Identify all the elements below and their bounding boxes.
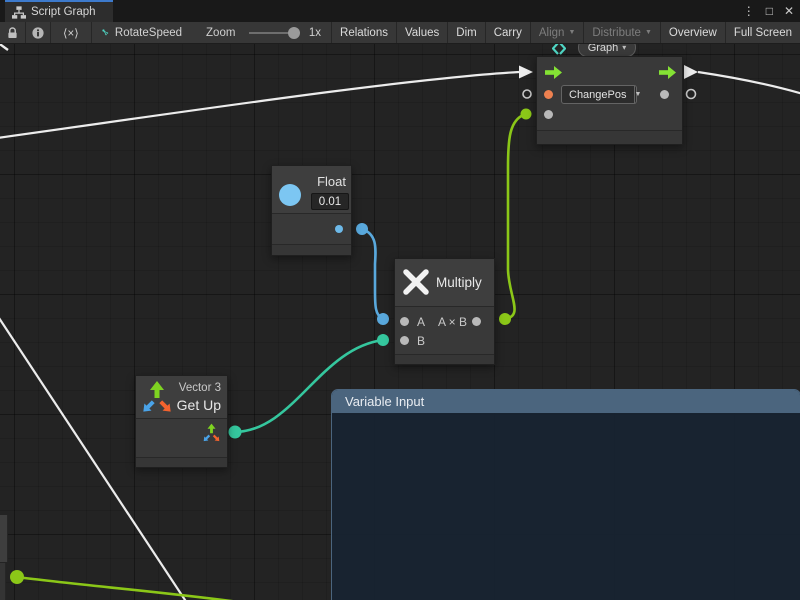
vector3-icon [141,380,173,415]
graph-name-label: RotateSpeed [115,27,182,39]
toolbar-button-distribute[interactable]: Distribute ▼ [584,22,661,43]
window-menu-icon[interactable]: ⋮ [743,0,755,22]
graph-hierarchy-icon [12,6,26,19]
toolbar-button-relations[interactable]: Relations [332,22,397,43]
toolbar-button-fullscreen[interactable]: Full Screen [726,22,800,43]
node-footer [272,244,351,255]
port-vector3-output[interactable] [202,423,221,443]
float-type-icon [279,184,301,206]
script-graph-window: Script Graph ⋮ □ ✕ ⟨×⟩ [0,0,800,600]
port-input-a[interactable] [400,317,409,326]
toolbar-button-dim[interactable]: Dim [448,22,485,43]
float-node-header: Float 0.01 [272,166,351,213]
wire-endpoint[interactable] [10,570,24,584]
lock-button[interactable] [0,22,26,43]
script-graph-icon [102,26,109,39]
close-icon[interactable]: ✕ [784,0,794,22]
port-input[interactable] [544,110,553,119]
port-output-axb[interactable] [472,317,481,326]
toolbar-button-align[interactable]: Align ▼ [531,22,585,43]
zoom-slider-knob[interactable] [288,27,300,39]
graph-unit-node[interactable]: ChangePos ▼ [536,56,683,145]
toolbar-button-values[interactable]: Values [397,22,448,43]
zoom-level-value: 1x [309,27,321,39]
node-title: Float [317,174,346,189]
wire-endpoint[interactable] [377,334,389,346]
zoom-label: Zoom [206,27,235,39]
multiply-icon [402,268,430,296]
node-footer [395,354,494,364]
window-controls: ⋮ □ ✕ [743,0,794,22]
multiply-node-header: Multiply [395,259,494,306]
info-button[interactable] [26,22,51,43]
chevron-down-icon: ▾ [622,43,626,52]
float-value-field[interactable]: 0.01 [311,193,349,210]
port-output[interactable] [660,90,669,99]
graph-toolbar: ⟨×⟩ RotateSpeed Zoom 1x Relations Values… [0,22,800,44]
variable-input-group[interactable]: Variable Input [331,389,800,600]
wire-endpoint[interactable] [229,426,242,439]
vector3-node-header: Vector 3 Get Up [136,376,227,418]
port-variable-input[interactable] [544,90,553,99]
wire-endpoint[interactable] [499,313,511,325]
multiply-node[interactable]: Multiply A A × B B [394,258,495,365]
float-node[interactable]: Float 0.01 [271,165,352,256]
toolbar-button-carry[interactable]: Carry [486,22,531,43]
tab-bar: Script Graph ⋮ □ ✕ [0,0,800,22]
node-footer [537,130,682,144]
tab-title: Script Graph [31,6,96,18]
flow-input-arrow-icon[interactable] [545,66,562,79]
variable-input-title: Variable Input [345,394,424,409]
graph-context-section: RotateSpeed Zoom 1x [92,22,332,43]
variable-input-header[interactable]: Variable Input [332,390,800,413]
vector3-getup-node[interactable]: Vector 3 Get Up [135,375,228,468]
toolbar-button-overview[interactable]: Overview [661,22,726,43]
maximize-icon[interactable]: □ [766,0,773,22]
port-float-output[interactable] [335,225,343,233]
offscreen-node-edge[interactable] [0,515,8,562]
tab-script-graph[interactable]: Script Graph [5,0,113,22]
flow-output-arrow-icon[interactable] [659,66,676,79]
node-footer [136,457,227,467]
port-input-b[interactable] [400,336,409,345]
chevron-down-icon: ▼ [568,29,575,36]
zoom-slider[interactable] [249,32,294,34]
offscreen-node-edge[interactable] [0,563,6,600]
chevron-down-icon: ▼ [634,86,642,103]
lock-icon [7,27,18,39]
wire-endpoint[interactable] [521,109,532,120]
node-title: Get Up [177,397,221,413]
wire-endpoint[interactable] [356,223,368,235]
node-type-label: Vector 3 [179,382,221,394]
chevron-down-icon: ▼ [645,29,652,36]
info-icon [32,27,44,39]
wire-endpoint[interactable] [377,313,389,325]
node-title: Multiply [436,275,482,290]
changepos-dropdown[interactable]: ChangePos ▼ [561,85,637,104]
code-view-button[interactable]: ⟨×⟩ [51,22,92,43]
